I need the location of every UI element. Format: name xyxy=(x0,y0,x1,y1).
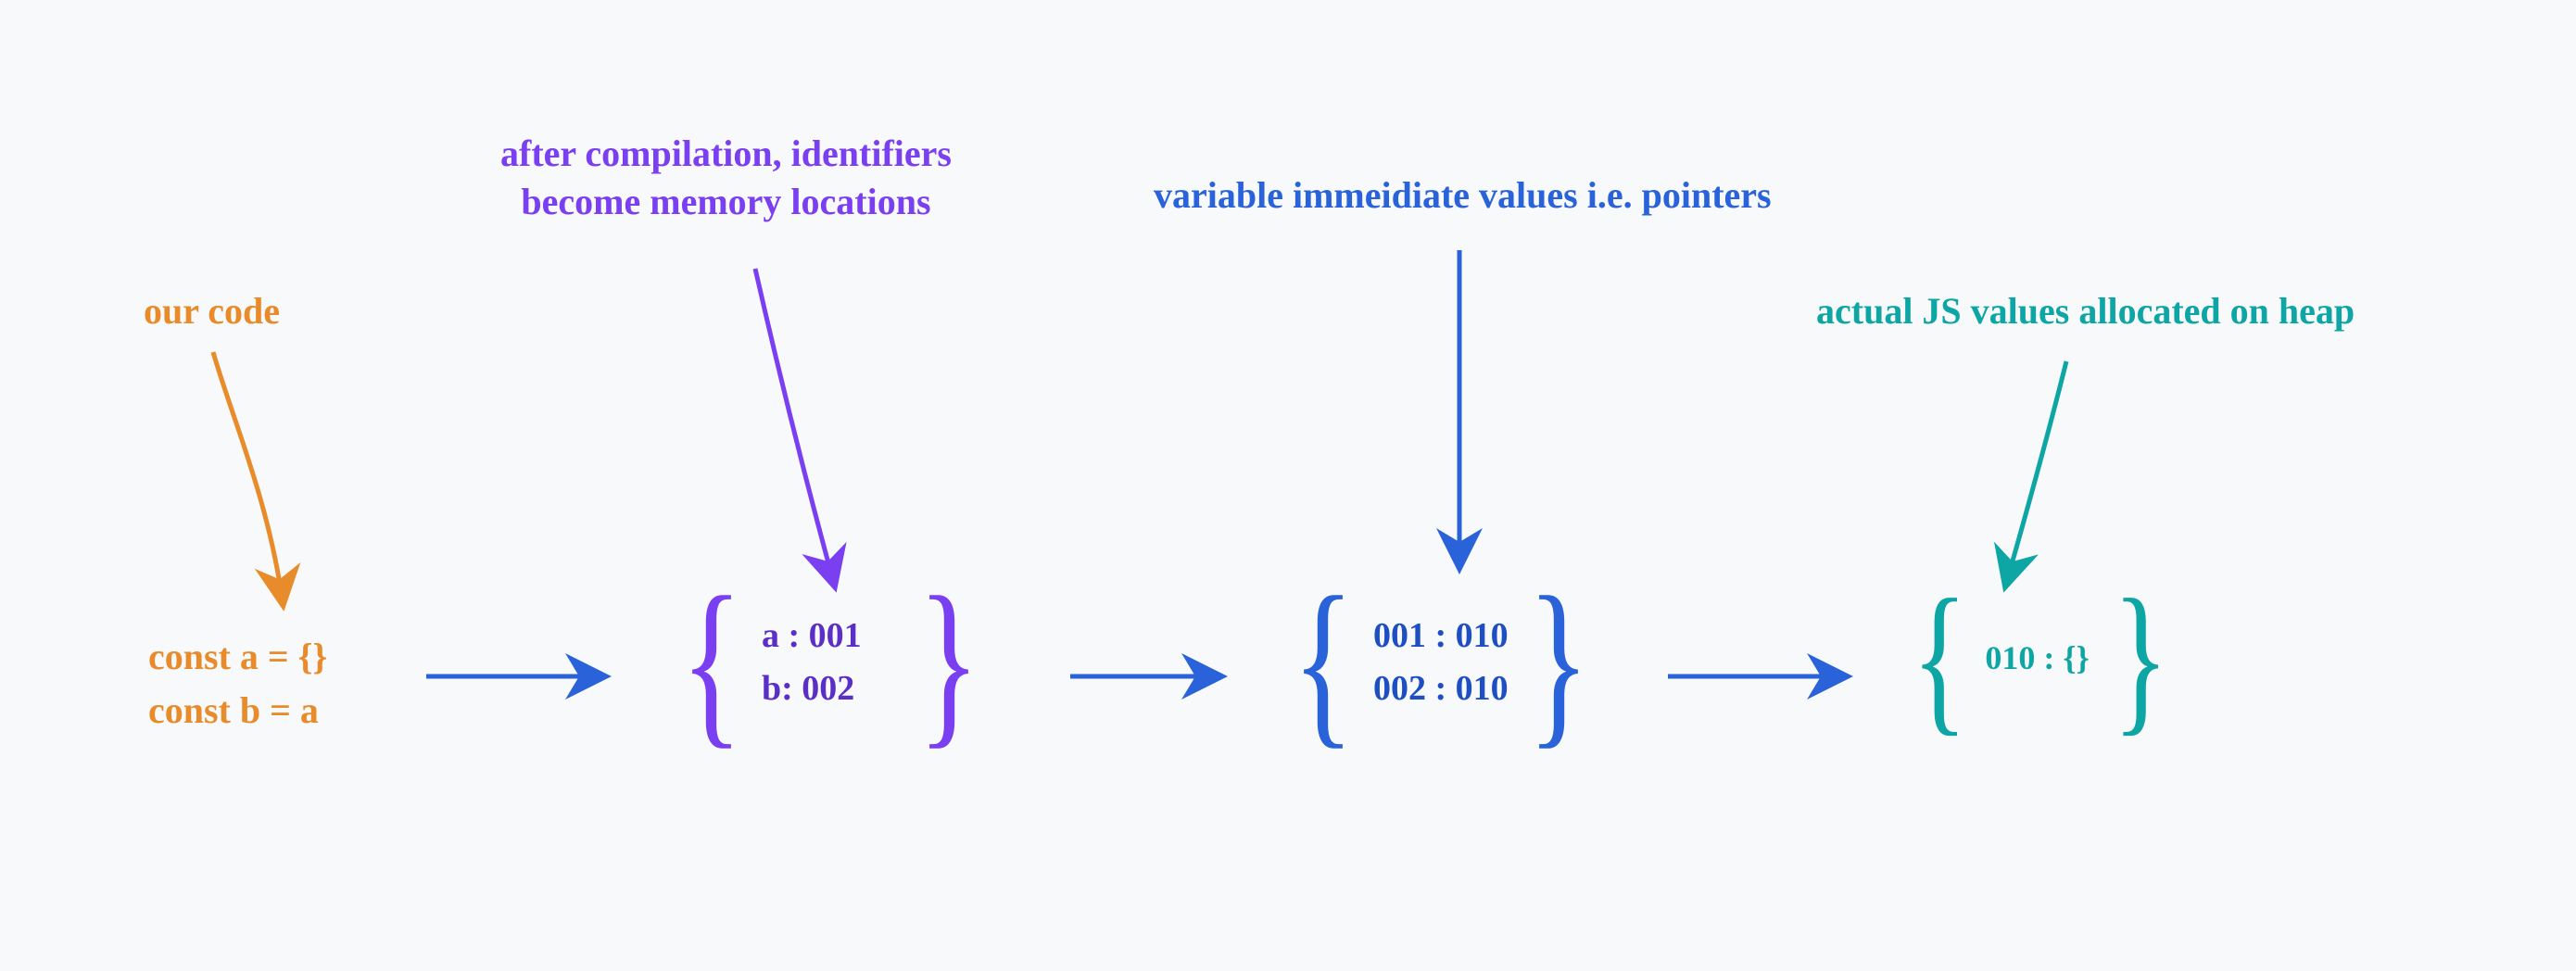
brace-close-icon: } xyxy=(917,570,979,755)
label-compilation: after compilation, identifiers become me… xyxy=(500,130,952,226)
identifier-b: b: 002 xyxy=(762,662,862,715)
heap-010: 010 : {} xyxy=(1985,633,2089,683)
arrow-compilation-to-group1 xyxy=(741,259,890,602)
arrow-group1-to-group2 xyxy=(1061,649,1246,704)
identifier-a: a : 001 xyxy=(762,610,862,662)
brace-open-icon: { xyxy=(1292,570,1354,755)
brace-content-identifiers: a : 001 b: 002 xyxy=(756,610,867,715)
label-pointers: variable immeidiate values i.e. pointers xyxy=(1154,171,1772,220)
label-our-code: our code xyxy=(144,287,280,335)
brace-close-icon: } xyxy=(1527,570,1589,755)
code-line-2: const b = a xyxy=(148,684,327,738)
brace-content-heap: 010 : {} xyxy=(1979,633,2094,683)
arrow-pointers-to-group2 xyxy=(1408,241,1520,584)
brace-content-pointers: 001 : 010 002 : 010 xyxy=(1368,610,1514,715)
code-block: const a = {} const b = a xyxy=(148,630,327,738)
arrow-our-code-to-code xyxy=(195,343,306,621)
label-heap: actual JS values allocated on heap xyxy=(1816,287,2355,335)
arrow-code-to-group1 xyxy=(417,649,630,704)
brace-group-pointers: { 001 : 010 002 : 010 } xyxy=(1279,570,1603,755)
pointer-001: 001 : 010 xyxy=(1373,610,1509,662)
arrow-group2-to-group3 xyxy=(1659,649,1872,704)
arrow-heap-to-group3 xyxy=(1955,352,2103,602)
brace-open-icon: { xyxy=(680,570,742,755)
brace-close-icon: } xyxy=(2113,574,2168,741)
code-line-1: const a = {} xyxy=(148,630,327,684)
pointer-002: 002 : 010 xyxy=(1373,662,1509,715)
